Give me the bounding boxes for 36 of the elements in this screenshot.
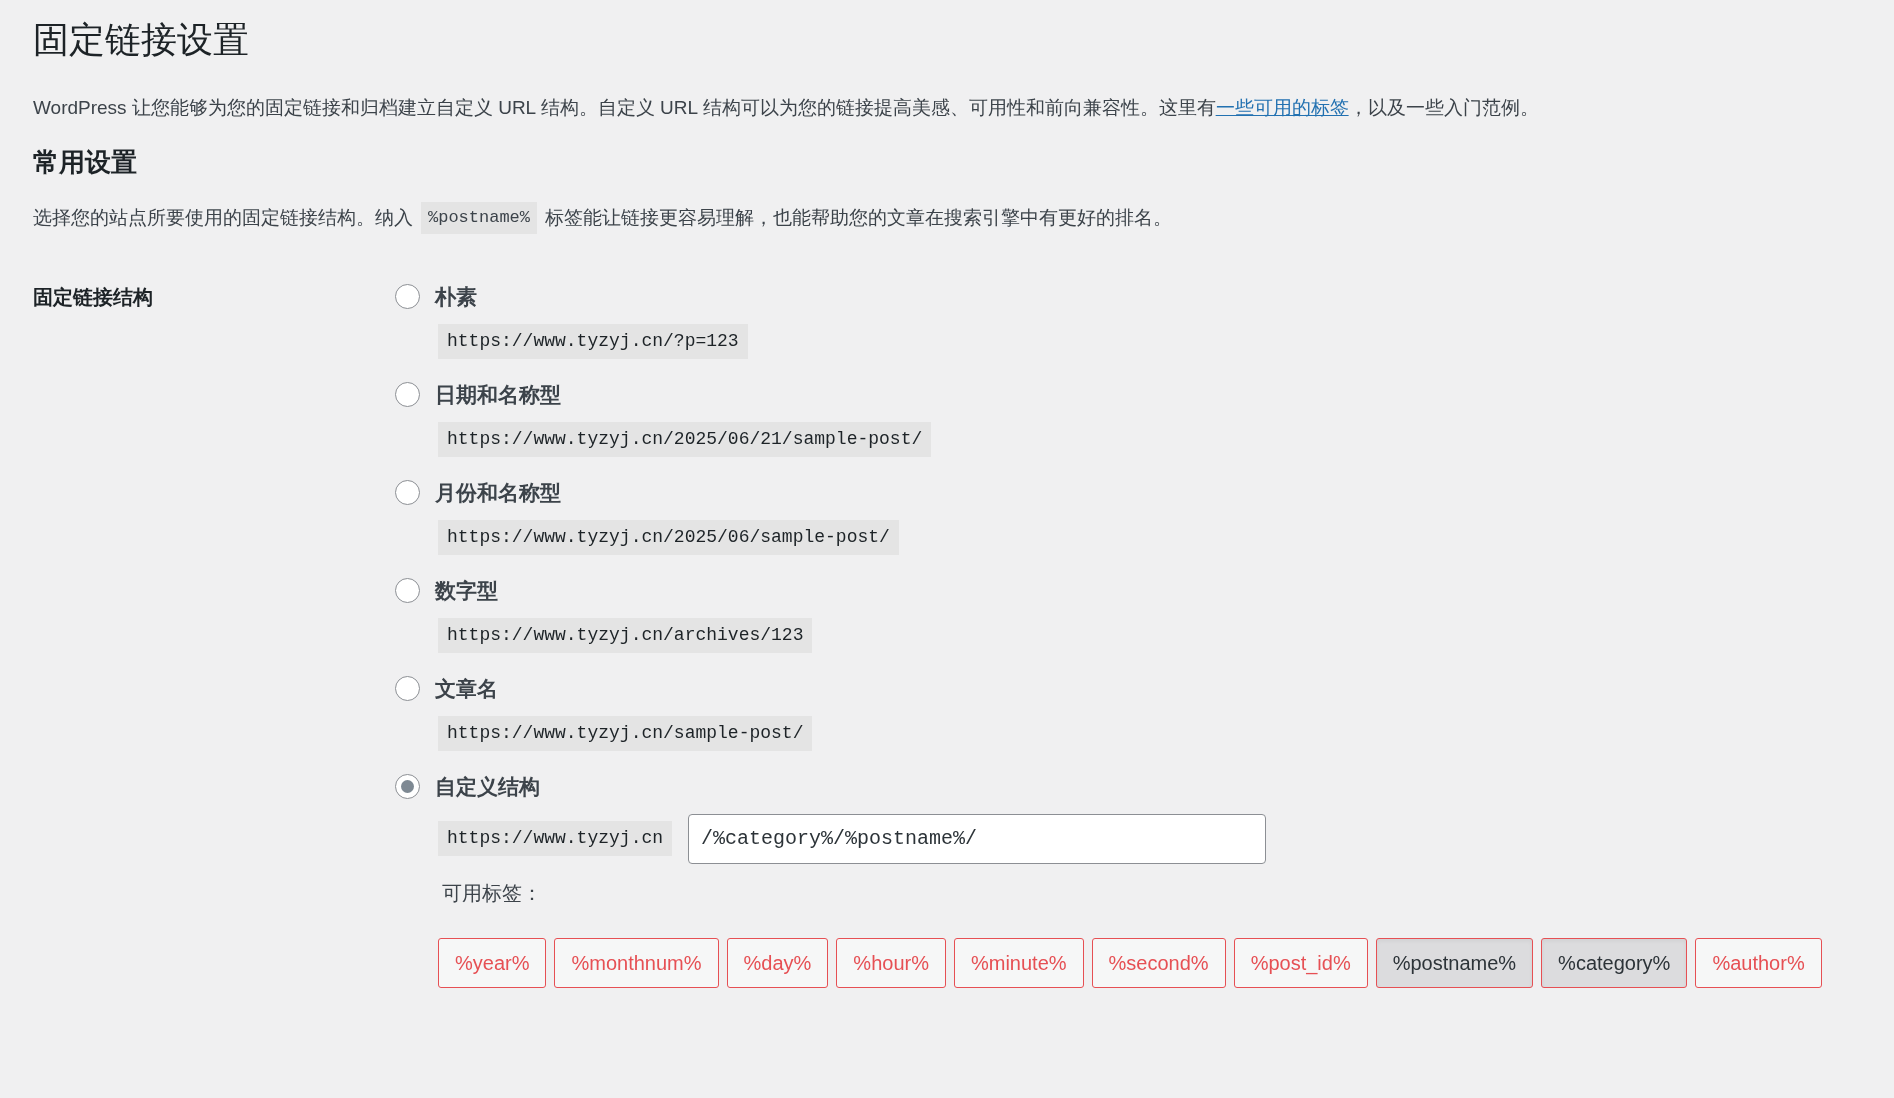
section-heading: 常用设置 — [33, 146, 137, 179]
option-label[interactable]: 文章名 — [435, 672, 498, 705]
option-label[interactable]: 数字型 — [435, 574, 498, 607]
url-example: https://www.tyzyj.cn/2025/06/sample-post/ — [438, 519, 899, 555]
option-label[interactable]: 自定义结构 — [435, 770, 540, 803]
radio-button[interactable] — [395, 284, 420, 309]
tag-button[interactable]: %postname% — [1375, 937, 1534, 988]
radio-button[interactable] — [395, 774, 420, 799]
url-example: https://www.tyzyj.cn/2025/06/21/sample-post/ — [438, 421, 932, 457]
custom-structure-field[interactable]: /%category%/%postname%/ — [688, 813, 1267, 864]
tag-button[interactable]: %monthnum% — [554, 937, 719, 988]
url-example: https://www.tyzyj.cn/archives/123 — [438, 617, 813, 653]
field-label: 固定链接结构 — [33, 285, 153, 308]
url-prefix: https://www.tyzyj.cn — [438, 821, 673, 856]
tag-button[interactable]: %category% — [1541, 937, 1688, 988]
tag-button[interactable]: %day% — [726, 937, 829, 988]
option-label[interactable]: 月份和名称型 — [435, 476, 561, 509]
radio-button[interactable] — [395, 382, 420, 407]
url-example: https://www.tyzyj.cn/sample-post/ — [438, 715, 813, 751]
tag-button[interactable]: %author% — [1695, 937, 1822, 988]
radio-button[interactable] — [395, 676, 420, 701]
option-label[interactable]: 朴素 — [435, 280, 477, 313]
url-example: https://www.tyzyj.cn/?p=123 — [438, 323, 748, 359]
tag-button[interactable]: %second% — [1091, 937, 1226, 988]
intro-paragraph: WordPress 让您能够为您的固定链接和归档建立自定义 URL 结构。自定义 URL 结构可以为您的链接提高美感、可用性和前向兼容性。这里有一些可用的标签，以及一些入门范例。 — [33, 96, 1540, 120]
radio-button[interactable] — [395, 480, 420, 505]
description-text: 选择您的站点所要使用的固定链接结构。纳入 — [33, 205, 413, 230]
radio-button[interactable] — [395, 578, 420, 603]
tags-link[interactable]: 一些可用的标签 — [1215, 97, 1349, 118]
page-title: 固定链接设置 — [33, 18, 249, 62]
tags-label: 可用标签： — [442, 880, 543, 906]
tag-button[interactable]: %minute% — [953, 937, 1084, 988]
description-text: 标签能让链接更容易理解，也能帮助您的文章在搜索引擎中有更好的排名。 — [545, 205, 1173, 230]
code-snippet: %postname% — [421, 202, 538, 234]
tag-button[interactable]: %year% — [438, 937, 547, 988]
option-label[interactable]: 日期和名称型 — [435, 378, 561, 411]
